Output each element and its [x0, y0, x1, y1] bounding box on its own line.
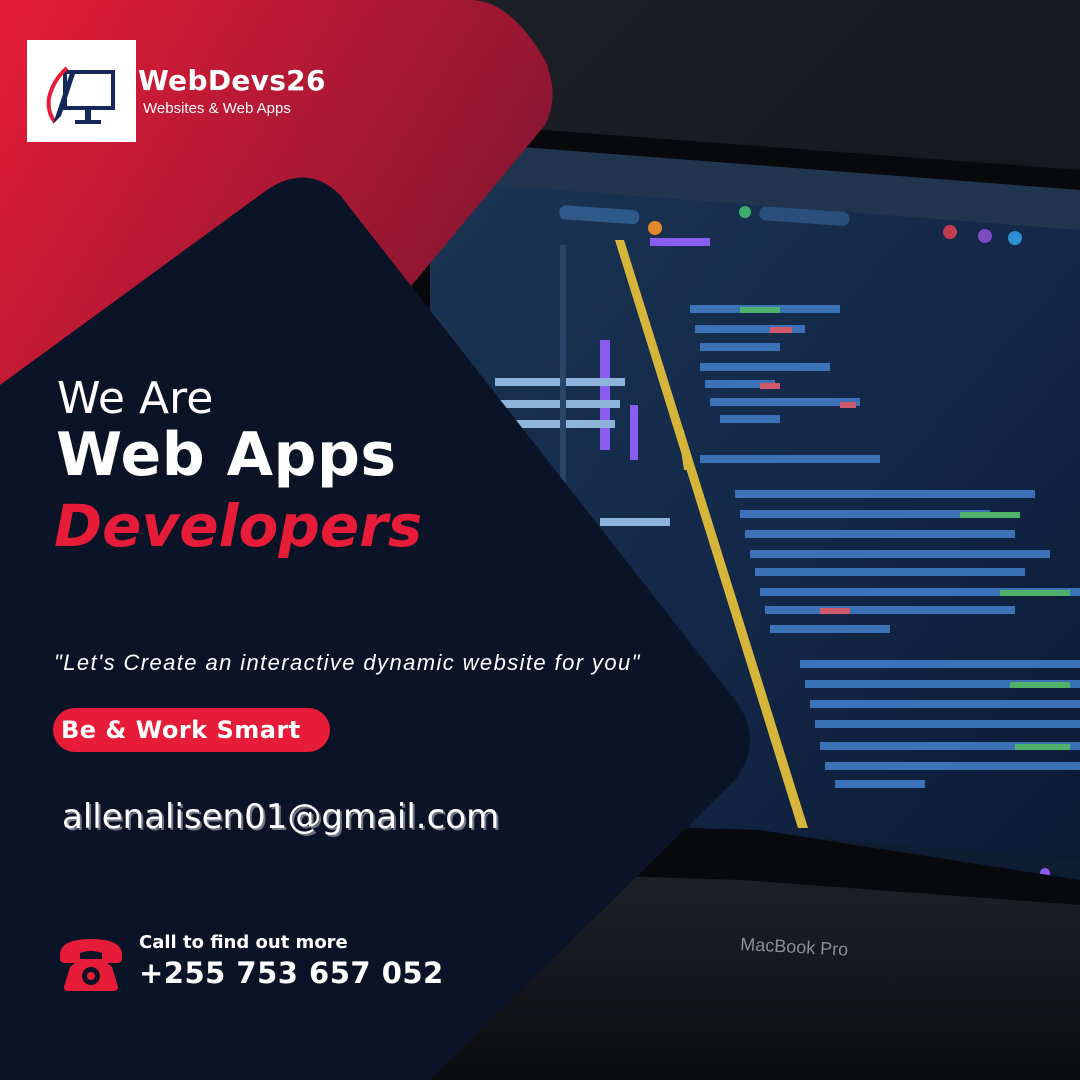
logo: [27, 40, 136, 142]
headline-line-3: Developers: [54, 492, 423, 560]
tagline-quote: "Let's Create an interactive dynamic web…: [54, 650, 641, 675]
brand-tagline: Websites & Web Apps: [143, 100, 291, 117]
headline-line-2: Web Apps: [56, 420, 397, 490]
call-label: Call to find out more: [139, 932, 348, 953]
email-address[interactable]: allenalisen01@gmail.com: [62, 797, 499, 837]
brand-name: WebDevs26: [138, 64, 326, 97]
phone-number[interactable]: +255 753 657 052: [139, 956, 444, 990]
phone-icon: [60, 939, 122, 991]
headline-line-1: We Are: [57, 373, 214, 424]
monitor-pen-icon: [46, 66, 115, 124]
poster: MacBook Pro WebDevs26 Websites & Web App…: [0, 0, 1080, 1080]
be-work-smart-button[interactable]: Be & Work Smart: [53, 708, 330, 752]
